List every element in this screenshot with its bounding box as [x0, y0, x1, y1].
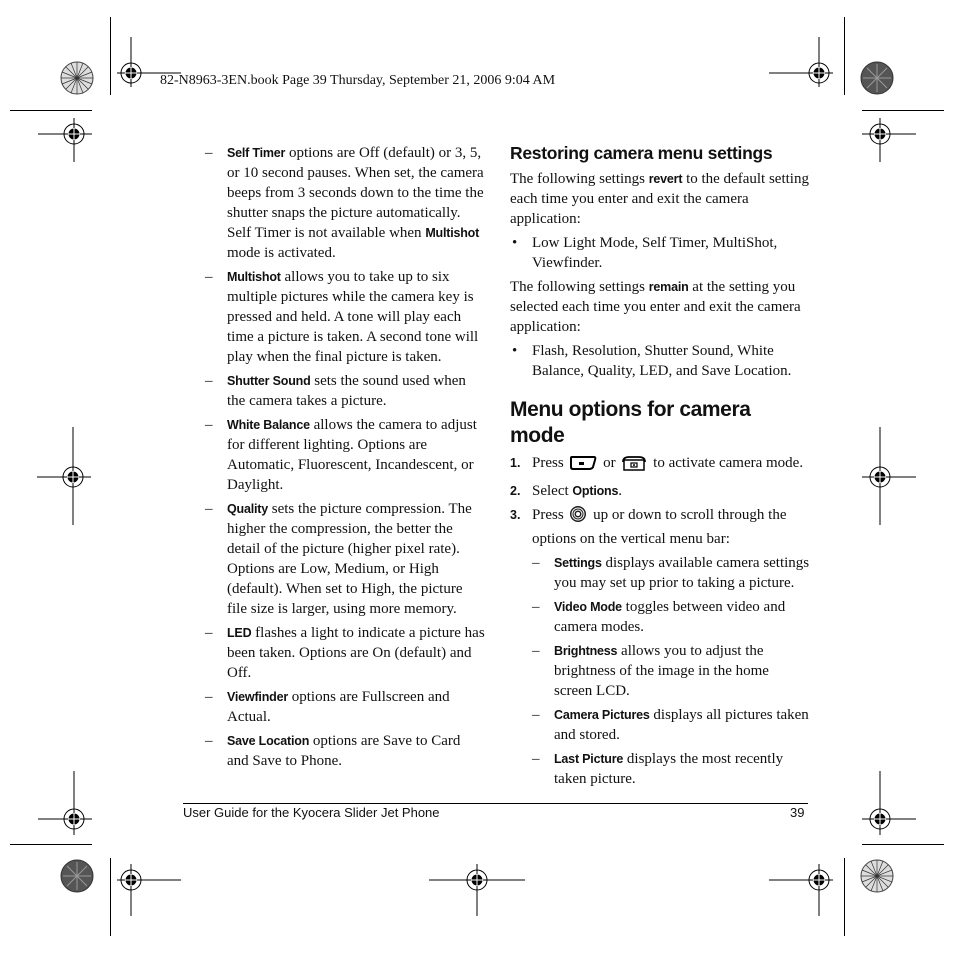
text: Press	[532, 507, 568, 523]
term: Camera Pictures	[554, 708, 650, 722]
text: Press	[532, 455, 568, 471]
print-slug: 82-N8963-3EN.book Page 39 Thursday, Sept…	[160, 73, 556, 88]
term: Multishot	[227, 270, 281, 284]
footer-title: User Guide for the Kyocera Slider Jet Ph…	[183, 805, 440, 820]
crop-line	[844, 17, 845, 95]
list-item-quality: – Quality sets the picture compression. T…	[205, 499, 485, 619]
text: Select	[532, 483, 573, 499]
dash-marker: –	[205, 501, 213, 517]
term: Self Timer	[227, 146, 286, 160]
text: The following settings	[510, 171, 649, 187]
dash-marker: –	[532, 643, 540, 659]
paragraph-remain: The following settings remain at the set…	[510, 277, 810, 337]
term: Last Picture	[554, 752, 624, 766]
step-number: 1.	[510, 456, 521, 470]
term: Quality	[227, 502, 268, 516]
description: flashes a light to indicate a picture ha…	[227, 625, 485, 681]
term: remain	[648, 280, 689, 294]
crop-line	[862, 844, 944, 845]
color-bar-star-icon	[860, 61, 894, 95]
page-number: 39	[790, 805, 805, 820]
dash-marker: –	[205, 269, 213, 285]
color-bar-star-icon	[60, 859, 94, 893]
text: Flash, Resolution, Shutter Sound, White …	[532, 343, 792, 379]
term: Options	[572, 484, 619, 498]
step-3: 3. Press up or down to scroll through th…	[510, 505, 810, 549]
term: White Balance	[227, 418, 310, 432]
menu-option-video-mode: – Video Mode toggles between video and ca…	[510, 597, 810, 637]
dash-marker: –	[205, 417, 213, 433]
step-number: 2.	[510, 484, 521, 498]
list-item-multishot: – Multishot allows you to take up to six …	[205, 267, 485, 367]
bullet-marker: •	[512, 235, 518, 251]
color-bar-star-icon	[60, 61, 94, 95]
right-column: Restoring camera menu settings The follo…	[510, 142, 810, 793]
menu-option-last-picture: – Last Picture displays the most recently…	[510, 749, 810, 789]
term: Settings	[554, 556, 602, 570]
term: Video Mode	[554, 600, 622, 614]
menu-option-brightness: – Brightness allows you to adjust the bri…	[510, 641, 810, 701]
dash-marker: –	[205, 145, 213, 161]
step-1: 1. Press or to activate camera mode.	[510, 453, 810, 477]
description: sets the picture compression. The higher…	[227, 501, 472, 617]
camera-key-icon	[621, 455, 647, 477]
list-item-viewfinder: – Viewfinder options are Fullscreen and A…	[205, 687, 485, 727]
term: Multishot	[425, 226, 480, 240]
dash-marker: –	[532, 751, 540, 767]
left-column: – Self Timer options are Off (default) or…	[205, 143, 485, 775]
list-item-led: – LED flashes a light to indicate a pictu…	[205, 623, 485, 683]
list-item-save-location: – Save Location options are Save to Card …	[205, 731, 485, 771]
dash-marker: –	[205, 733, 213, 749]
description: mode is activated.	[227, 245, 336, 261]
crop-line	[844, 858, 845, 936]
text: The following settings	[510, 279, 649, 295]
dash-marker: –	[532, 707, 540, 723]
text: .	[618, 483, 622, 499]
term: Shutter Sound	[227, 374, 311, 388]
menu-option-camera-pictures: – Camera Pictures displays all pictures t…	[510, 705, 810, 745]
crop-line	[10, 110, 92, 111]
section-heading-restoring: Restoring camera menu settings	[510, 143, 773, 163]
color-bar-star-icon	[860, 859, 894, 893]
footer-rule	[183, 803, 808, 804]
term: Brightness	[554, 644, 618, 658]
crop-line	[110, 858, 111, 936]
term: LED	[227, 626, 252, 640]
term: Viewfinder	[227, 690, 288, 704]
bullet-item: • Low Light Mode, Self Timer, MultiShot, …	[510, 233, 810, 273]
term: Save Location	[227, 734, 310, 748]
dash-marker: –	[205, 689, 213, 705]
dash-marker: –	[532, 555, 540, 571]
crop-line	[110, 17, 111, 95]
text: Low Light Mode, Self Timer, MultiShot, V…	[532, 235, 778, 271]
list-item-white-balance: – White Balance allows the camera to adju…	[205, 415, 485, 495]
crop-line	[10, 844, 92, 845]
bullet-marker: •	[512, 343, 518, 359]
paragraph-revert: The following settings revert to the def…	[510, 169, 810, 229]
dash-marker: –	[205, 625, 213, 641]
text: to activate camera mode.	[649, 455, 804, 471]
term: revert	[648, 172, 683, 186]
bullet-item: • Flash, Resolution, Shutter Sound, White…	[510, 341, 810, 381]
step-2: 2. Select Options.	[510, 481, 810, 501]
list-item-self-timer: – Self Timer options are Off (default) or…	[205, 143, 485, 263]
navigation-key-icon	[569, 505, 587, 529]
text: or	[599, 455, 620, 471]
dash-marker: –	[205, 373, 213, 389]
list-item-shutter-sound: – Shutter Sound sets the sound used when …	[205, 371, 485, 411]
crop-line	[862, 110, 944, 111]
dash-marker: –	[532, 599, 540, 615]
section-heading-menu-options: Menu options for camera mode	[510, 398, 751, 447]
menu-option-settings: – Settings displays available camera sett…	[510, 553, 810, 593]
camera-side-key-icon	[569, 455, 597, 477]
step-number: 3.	[510, 508, 521, 522]
